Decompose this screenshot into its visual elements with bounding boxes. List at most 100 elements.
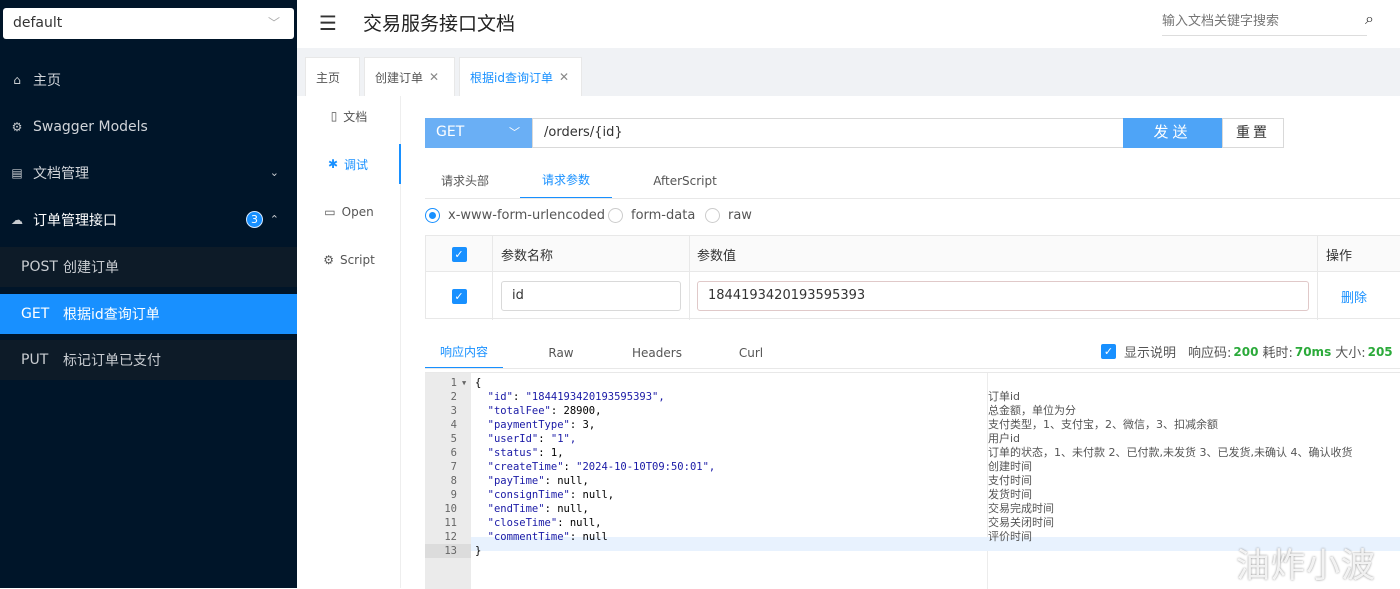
time-label: 耗时: — [1262, 346, 1293, 361]
tab-response-content[interactable]: 响应内容 — [425, 336, 503, 369]
row-checkbox-cell: ✓ — [426, 272, 492, 320]
menu-fold-icon[interactable]: ☰ — [319, 11, 337, 35]
api-method: POST — [21, 259, 58, 275]
header-action: 操作 — [1326, 248, 1353, 264]
json-value: null, — [550, 475, 589, 487]
url-input[interactable]: /orders/{id} — [532, 118, 1124, 148]
response-size: 205 — [1367, 344, 1393, 359]
line-number: 7 — [450, 461, 457, 473]
doc-nav-script[interactable]: ⚙ Script — [297, 240, 401, 280]
code-line: "endTime": null, — [475, 502, 589, 516]
api-label: 标记订单已支付 — [63, 353, 161, 369]
code-line: "paymentType": 3, — [475, 418, 595, 432]
close-icon[interactable]: ✕ — [559, 70, 569, 84]
code-line: "payTime": null, — [475, 474, 589, 488]
response-time: 70ms — [1294, 344, 1332, 359]
bug-icon: ✱ — [327, 157, 339, 171]
field-description: 评价时间 — [988, 530, 1032, 543]
tab-response-headers[interactable]: Headers — [623, 336, 691, 369]
param-name-cell: id — [501, 272, 681, 320]
debug-panel: GET ﹀ /orders/{id} 发送 重置 请求头部 请求参数 After… — [401, 96, 1400, 589]
status-code-label: 响应码: — [1188, 346, 1232, 361]
json-brace: { — [475, 377, 482, 389]
doc-nav-label: 文档 — [343, 109, 368, 124]
doc-nav-document[interactable]: ▯ 文档 — [297, 96, 401, 136]
doc-nav-label: Open — [341, 205, 374, 219]
param-name-input[interactable]: id — [501, 281, 681, 311]
radio-form-data[interactable]: form-data — [608, 208, 695, 223]
doc-nav-debug[interactable]: ✱ 调试 — [297, 144, 401, 184]
models-icon: ⚙ — [11, 119, 23, 134]
search-icon[interactable]: ⌕ — [1365, 9, 1374, 29]
api-item-create-order[interactable]: POST 创建订单 — [0, 247, 297, 287]
line-number: 4 — [450, 419, 457, 431]
json-value: 28900, — [557, 405, 602, 417]
tab-request-headers[interactable]: 请求头部 — [425, 162, 505, 199]
close-icon[interactable]: ✕ — [429, 70, 439, 84]
chevron-down-icon: ﹀ — [267, 16, 280, 30]
json-key: "payTime" — [487, 475, 545, 487]
radio-unchecked — [705, 208, 720, 223]
nav-item-order-api[interactable]: ☁ 订单管理接口 3 ⌃ — [0, 196, 297, 243]
nav-item-label: 订单管理接口 — [33, 212, 117, 229]
search-input[interactable] — [1162, 8, 1367, 36]
divider — [689, 236, 690, 320]
tab-home[interactable]: 主页 — [305, 57, 360, 96]
fold-icon[interactable]: ▼ — [462, 376, 466, 390]
nav-item-swagger-models[interactable]: ⚙ Swagger Models — [0, 103, 297, 150]
tab-label: 创建订单 — [375, 70, 424, 85]
json-key: "closeTime" — [487, 517, 558, 529]
radio-urlencoded[interactable]: x-www-form-urlencoded — [425, 208, 605, 223]
tab-response-curl[interactable]: Curl — [721, 336, 781, 369]
tab-get-order[interactable]: 根据id查询订单 ✕ — [459, 57, 582, 96]
line-number: 12 — [444, 531, 457, 543]
method-select[interactable]: GET ﹀ — [425, 118, 532, 148]
field-description: 创建时间 — [988, 460, 1032, 473]
json-key: "endTime" — [487, 503, 545, 515]
line-number: 6 — [450, 447, 457, 459]
code-line: "closeTime": null, — [475, 516, 602, 530]
param-value-input[interactable]: 1844193420193595393 — [697, 281, 1309, 311]
send-button[interactable]: 发送 — [1123, 118, 1222, 148]
params-header-row — [426, 236, 1400, 272]
line-number: 11 — [444, 517, 457, 529]
row-checkbox[interactable]: ✓ — [451, 288, 467, 304]
page-tabs: 主页 创建订单 ✕ 根据id查询订单 ✕ — [297, 48, 1400, 96]
tab-create-order[interactable]: 创建订单 ✕ — [364, 57, 455, 96]
line-number: 8 — [450, 475, 457, 487]
radio-label: x-www-form-urlencoded — [448, 208, 606, 223]
radio-label: raw — [728, 208, 752, 223]
json-value: null, — [563, 517, 602, 529]
doc-nav-open[interactable]: ▭ Open — [297, 192, 401, 232]
json-key: "totalFee" — [487, 405, 551, 417]
json-value: null — [576, 531, 608, 543]
api-item-get-order[interactable]: GET 根据id查询订单 — [0, 294, 297, 334]
line-number: 9 — [450, 489, 457, 501]
line-gutter: 1 ▼ 2 3 4 5 6 7 8 9 10 11 12 13 — [425, 373, 471, 589]
group-select[interactable]: default ﹀ — [3, 8, 294, 39]
header-name: 参数名称 — [501, 248, 554, 264]
radio-raw[interactable]: raw — [705, 208, 752, 223]
select-all-checkbox[interactable]: ✓ — [451, 246, 467, 262]
api-item-mark-paid[interactable]: PUT 标记订单已支付 — [0, 340, 297, 380]
nav-item-home[interactable]: ⌂ 主页 — [0, 56, 297, 103]
line-number: 5 — [450, 433, 457, 445]
field-description: 交易完成时间 — [988, 502, 1054, 515]
tab-after-script[interactable]: AfterScript — [645, 162, 725, 199]
code-line: "consignTime": null, — [475, 488, 614, 502]
reset-button[interactable]: 重置 — [1222, 118, 1284, 148]
method-value: GET — [436, 124, 465, 140]
json-key: "userId" — [487, 433, 539, 445]
delete-link[interactable]: 删除 — [1341, 287, 1367, 306]
tab-request-params[interactable]: 请求参数 — [520, 162, 612, 199]
show-desc-checkbox[interactable]: ✓ — [1101, 344, 1116, 359]
code-line: "userId": "1", — [475, 432, 577, 446]
json-value: "1", — [544, 433, 577, 445]
nav-item-doc-manage[interactable]: ▤ 文档管理 ⌄ — [0, 149, 297, 196]
tab-response-raw[interactable]: Raw — [529, 336, 593, 369]
